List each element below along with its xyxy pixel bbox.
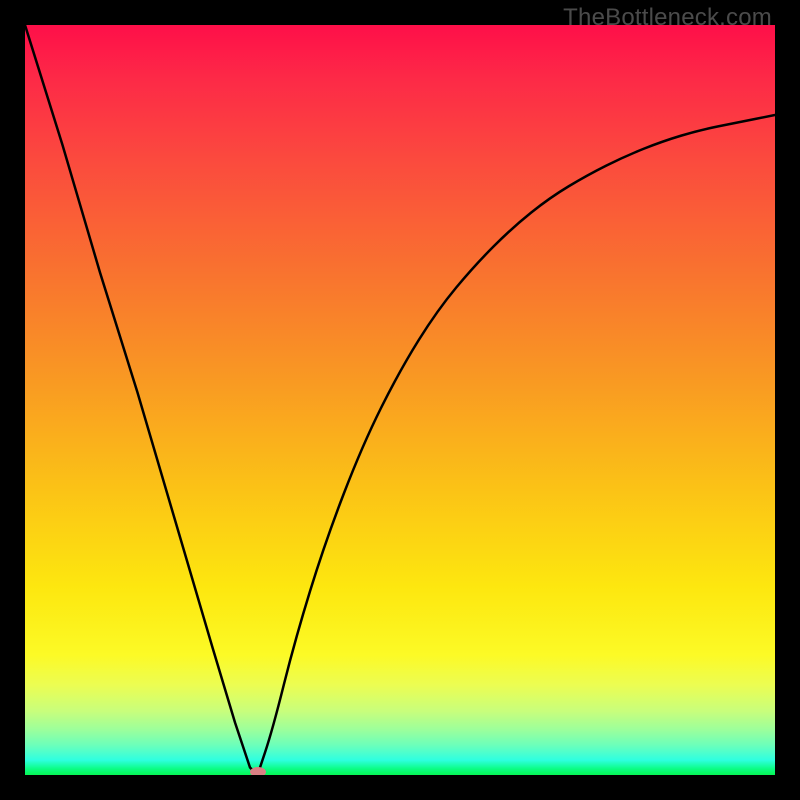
chart-frame: TheBottleneck.com <box>0 0 800 800</box>
plot-area <box>25 25 775 775</box>
watermark-text: TheBottleneck.com <box>563 4 772 32</box>
minimum-marker <box>250 767 266 775</box>
bottleneck-curve <box>25 25 775 775</box>
